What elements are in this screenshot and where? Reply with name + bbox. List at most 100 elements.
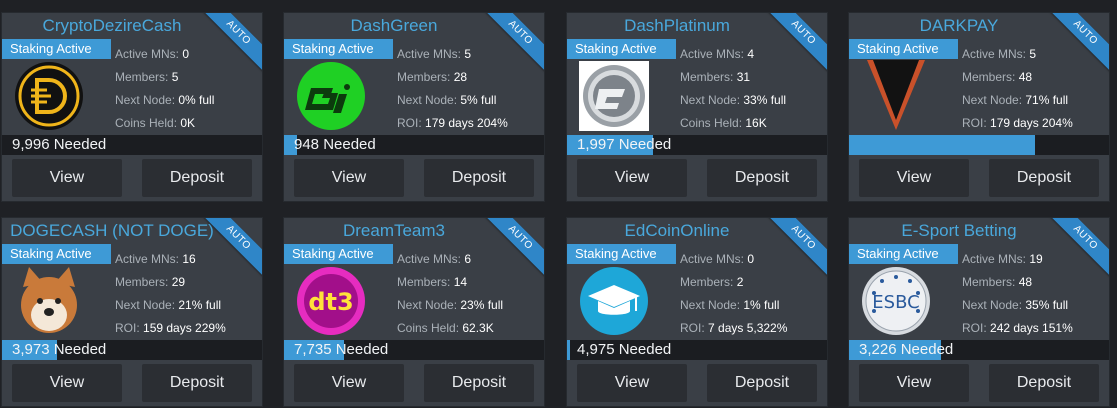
stat-label: Members: (962, 275, 1019, 289)
masternode-card: CryptoDezireCash AUTO Staking Active Act… (1, 12, 263, 202)
stat-label: ROI: (962, 116, 991, 130)
view-button[interactable]: View (294, 159, 404, 197)
card-title[interactable]: DOGECASH (NOT DOGE) (2, 221, 222, 241)
stat-label: Next Node: (115, 298, 179, 312)
deposit-button[interactable]: Deposit (707, 364, 817, 402)
deposit-button[interactable]: Deposit (142, 159, 252, 197)
card-title[interactable]: E-Sport Betting (849, 221, 1069, 241)
stat-label: Members: (115, 70, 172, 84)
stat-value: 14 (453, 275, 468, 289)
stats-list: Active MNs: 5 Members: 28 Next Node: 5% fu… (397, 43, 544, 135)
masternode-card: EdCoinOnline AUTO Staking Active Active … (566, 217, 828, 407)
card-title[interactable]: DreamTeam3 (284, 221, 504, 241)
stat-row: Active MNs: 16 (115, 248, 262, 271)
stat-value: 48 (1018, 275, 1033, 289)
needed-text: 1,997 Needed (577, 136, 672, 153)
stats-list: Active MNs: 0 Members: 2 Next Node: 1% ful… (680, 248, 827, 340)
stat-row: Coins Held: 16K (680, 112, 827, 135)
stat-row: Members: 48 (962, 66, 1109, 89)
stat-row: ROI: 179 days 204% (962, 112, 1109, 135)
view-button[interactable]: View (294, 364, 404, 402)
stat-label: Next Node: (962, 298, 1026, 312)
needed-text: 3,973 Needed (12, 341, 107, 358)
deposit-button[interactable]: Deposit (989, 364, 1099, 402)
stat-label: Members: (680, 70, 737, 84)
masternode-card: DOGECASH (NOT DOGE) AUTO Staking Active … (1, 217, 263, 407)
needed-progress-bar: 3,973 Needed (2, 340, 262, 360)
stat-label: ROI: (397, 116, 426, 130)
stat-value: 21% full (178, 298, 222, 312)
stats-list: Active MNs: 16 Members: 29 Next Node: 21% … (115, 248, 262, 340)
stat-row: Next Node: 21% full (115, 294, 262, 317)
stat-label: Next Node: (680, 298, 744, 312)
stat-label: Coins Held: (680, 116, 746, 130)
svg-text:ESBC: ESBC (872, 292, 919, 313)
stat-row: ROI: 159 days 229% (115, 317, 262, 340)
stat-row: Members: 2 (680, 271, 827, 294)
stat-row: Active MNs: 5 (962, 43, 1109, 66)
stat-row: Next Node: 23% full (397, 294, 544, 317)
card-title[interactable]: DashPlatinum (567, 16, 787, 36)
stat-label: Next Node: (397, 298, 461, 312)
stat-row: Next Node: 0% full (115, 89, 262, 112)
deposit-button[interactable]: Deposit (707, 159, 817, 197)
card-title[interactable]: EdCoinOnline (567, 221, 787, 241)
stat-label: ROI: (962, 321, 991, 335)
needed-progress-bar: 7,735 Needed (284, 340, 544, 360)
stat-row: Next Node: 1% full (680, 294, 827, 317)
staking-badge: Staking Active (2, 39, 111, 59)
stat-row: Active MNs: 5 (397, 43, 544, 66)
stat-label: Next Node: (397, 93, 461, 107)
view-button[interactable]: View (859, 159, 969, 197)
dashgreen-logo (292, 61, 370, 131)
card-title[interactable]: DARKPAY (849, 16, 1069, 36)
view-button[interactable]: View (577, 159, 687, 197)
staking-badge: Staking Active (849, 39, 958, 59)
stat-value: 179 days 204% (425, 116, 508, 130)
staking-badge: Staking Active (284, 244, 393, 264)
stat-row: Members: 31 (680, 66, 827, 89)
stat-label: Members: (397, 70, 454, 84)
needed-progress-bar: 3,226 Needed (849, 340, 1109, 360)
stat-value: 16 (182, 252, 196, 266)
stat-row: Active MNs: 0 (680, 248, 827, 271)
deposit-button[interactable]: Deposit (142, 364, 252, 402)
needed-text: 7,735 Needed (294, 341, 389, 358)
stat-value: 0 (182, 47, 190, 61)
card-title[interactable]: CryptoDezireCash (2, 16, 222, 36)
needed-progress-bar: 948 Needed (284, 135, 544, 155)
stat-value: 29 (171, 275, 186, 289)
stats-list: Active MNs: 19 Members: 48 Next Node: 35% … (962, 248, 1109, 340)
view-button[interactable]: View (577, 364, 687, 402)
stat-row: Coins Held: 0K (115, 112, 262, 135)
stat-row: Next Node: 33% full (680, 89, 827, 112)
stat-label: Active MNs: (962, 252, 1030, 266)
stat-row: Next Node: 71% full (962, 89, 1109, 112)
masternode-card: DashPlatinum AUTO Staking Active Active … (566, 12, 828, 202)
dashplatinum-logo (575, 61, 653, 131)
progress-fill (849, 135, 1035, 155)
stat-label: Active MNs: (680, 47, 748, 61)
stat-label: ROI: (680, 321, 709, 335)
card-title[interactable]: DashGreen (284, 16, 504, 36)
stat-label: Active MNs: (397, 47, 465, 61)
stat-value: 4 (747, 47, 755, 61)
view-button[interactable]: View (12, 159, 122, 197)
dogecash-logo (10, 266, 88, 336)
stat-value: 0 (747, 252, 755, 266)
stat-value: 48 (1018, 70, 1033, 84)
needed-progress-bar (849, 135, 1109, 155)
needed-progress-bar: 9,996 Needed (2, 135, 262, 155)
stat-row: Members: 5 (115, 66, 262, 89)
deposit-button[interactable]: Deposit (989, 159, 1099, 197)
stat-row: Coins Held: 62.3K (397, 317, 544, 340)
deposit-button[interactable]: Deposit (424, 159, 534, 197)
view-button[interactable]: View (12, 364, 122, 402)
needed-text: 948 Needed (294, 136, 376, 153)
stat-value: 242 days 151% (990, 321, 1073, 335)
stat-value: 1% full (743, 298, 780, 312)
deposit-button[interactable]: Deposit (424, 364, 534, 402)
stat-value: 23% full (460, 298, 504, 312)
view-button[interactable]: View (859, 364, 969, 402)
esbc-logo: ESBC (857, 266, 935, 336)
